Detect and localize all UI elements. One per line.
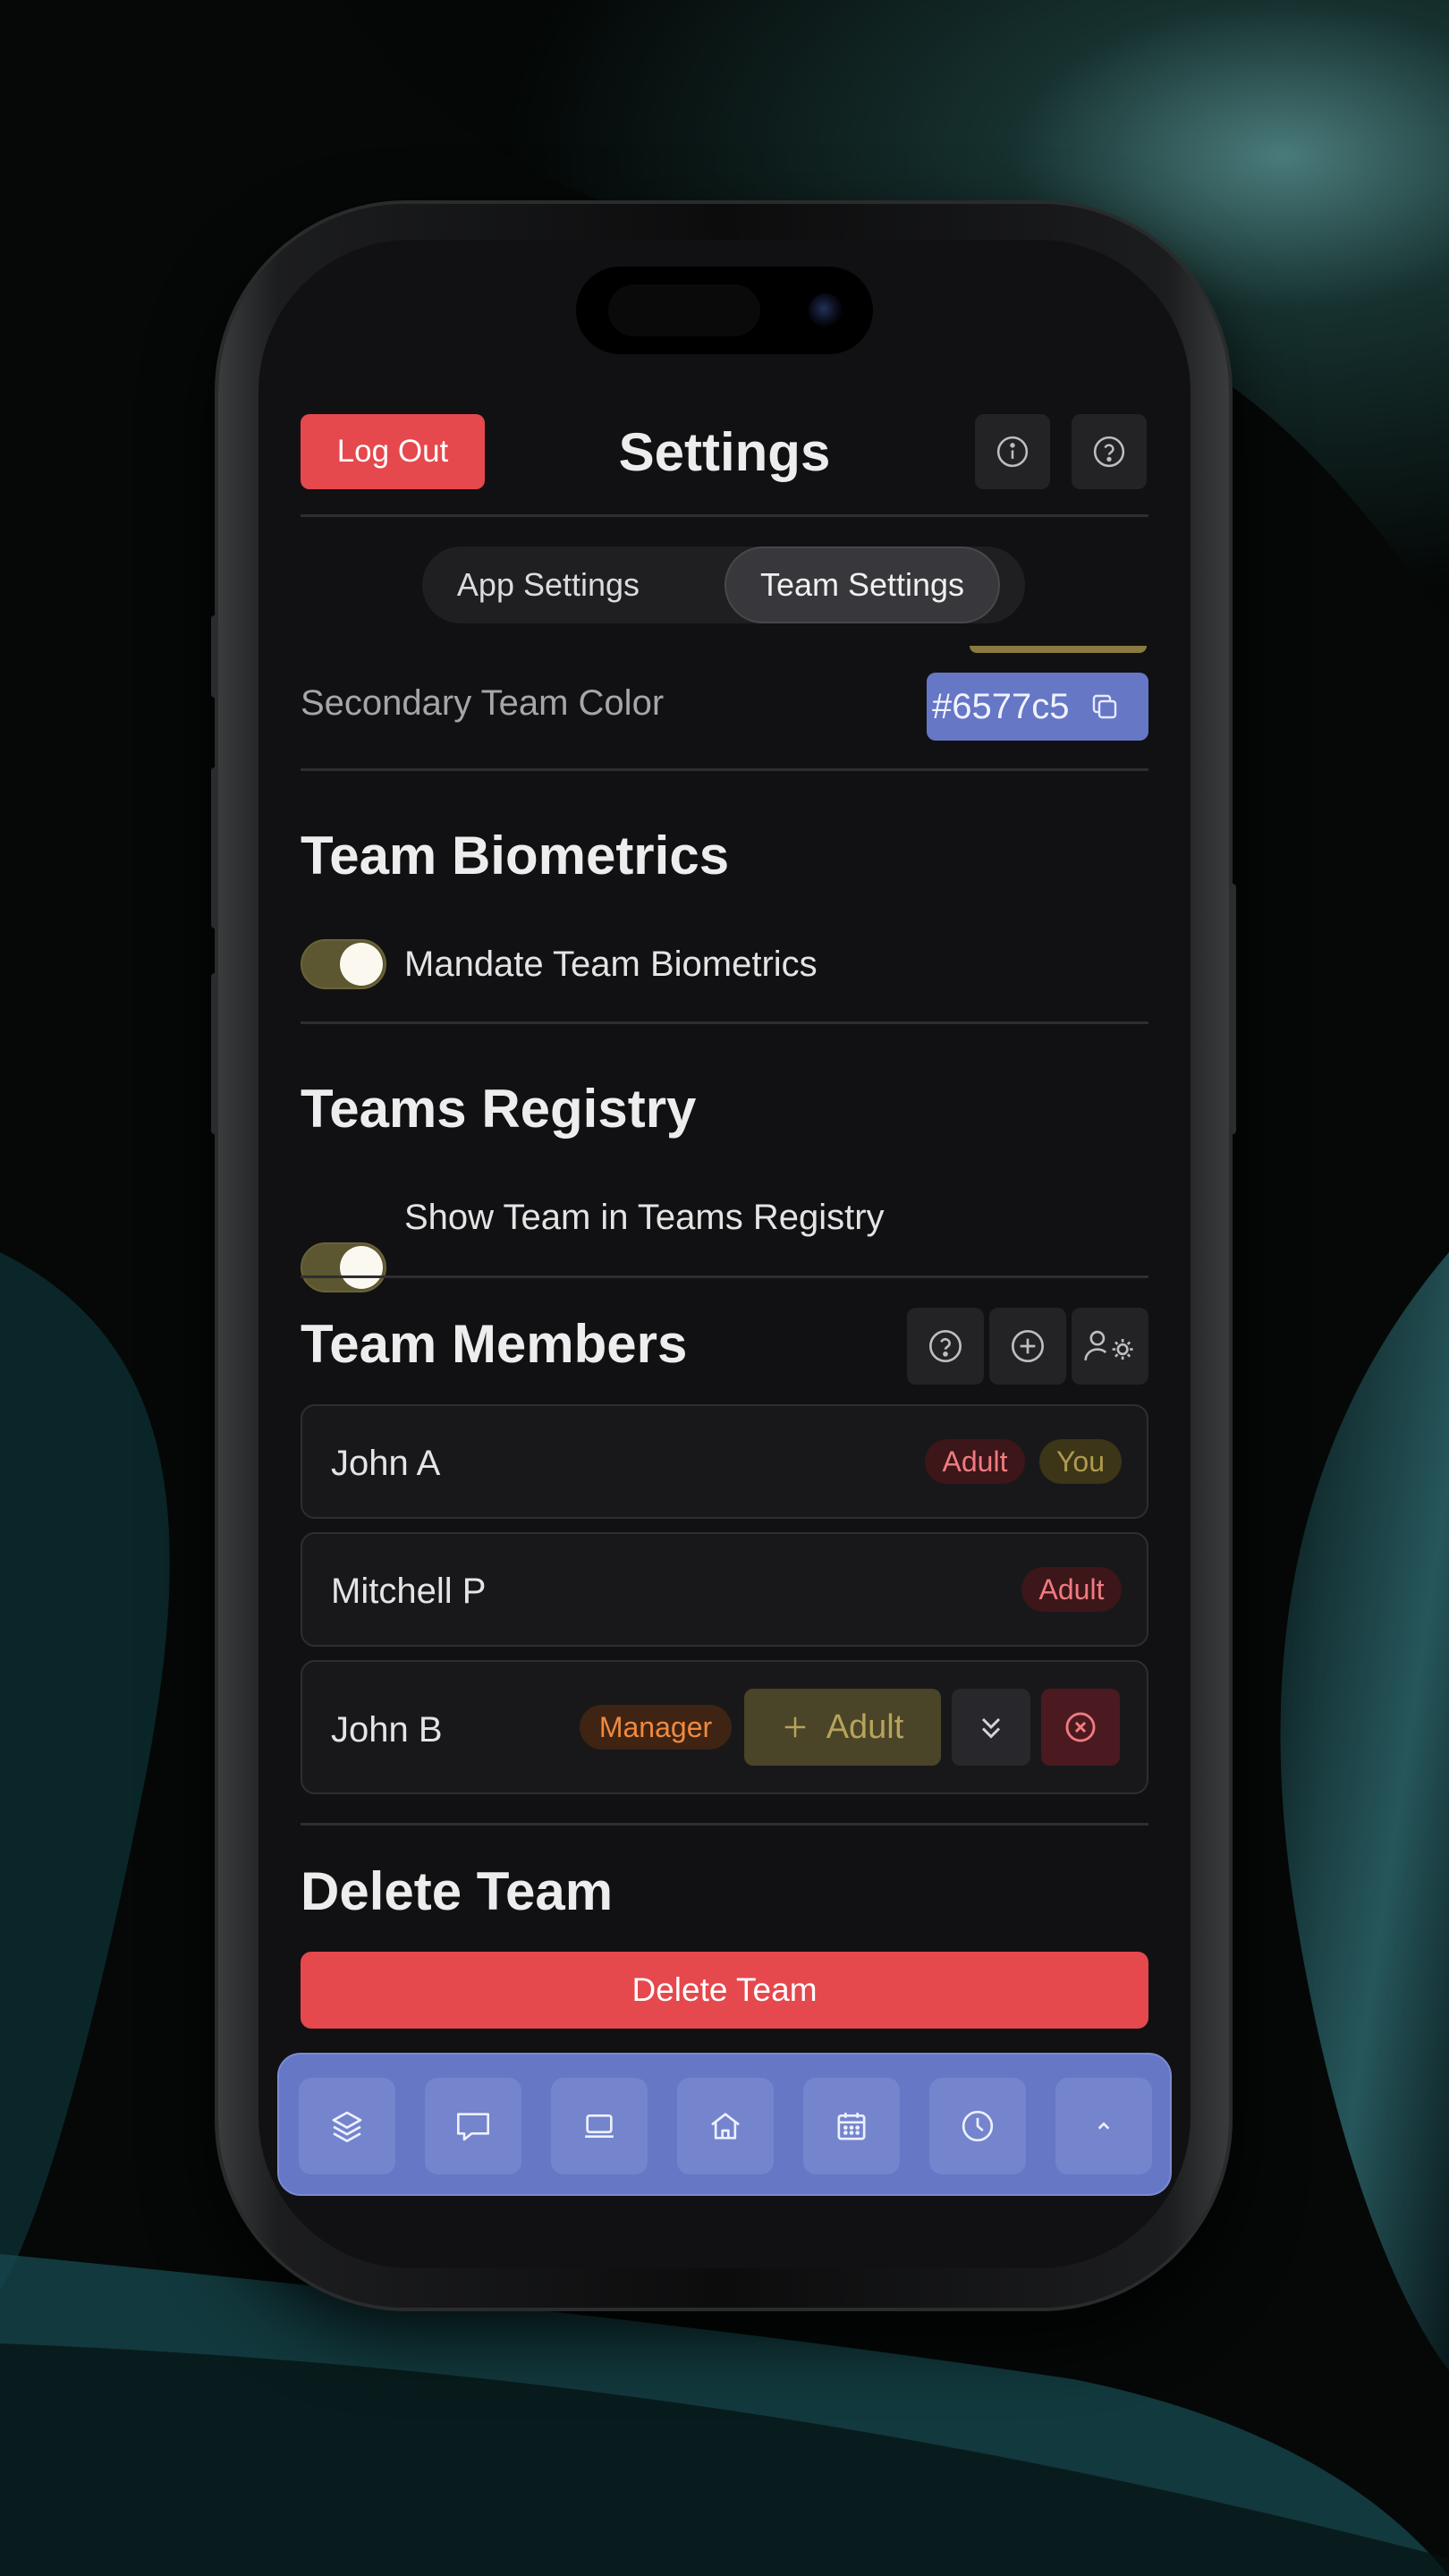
home-icon	[711, 2113, 740, 2140]
manager-badge: Manager	[580, 1705, 732, 1750]
tab-calendar[interactable]	[803, 2078, 900, 2174]
dynamic-island	[576, 267, 873, 354]
adult-badge: Adult	[1021, 1567, 1122, 1612]
tab-expand[interactable]	[1055, 2078, 1152, 2174]
logout-button[interactable]: Log Out	[301, 414, 485, 489]
camera-icon	[809, 293, 843, 327]
member-name: John A	[331, 1444, 441, 1483]
member-row-mitchell-p[interactable]: Mitchell P Adult	[301, 1532, 1148, 1647]
primary-color-chip-edge	[970, 646, 1147, 653]
add-adult-label: Adult	[826, 1707, 904, 1746]
tab-layers[interactable]	[299, 2078, 395, 2174]
members-help-button[interactable]	[907, 1308, 984, 1385]
delete-heading: Delete Team	[301, 1861, 614, 1921]
registry-heading: Teams Registry	[301, 1079, 697, 1139]
laptop-icon	[585, 2114, 614, 2138]
clock-icon	[962, 2110, 994, 2142]
copy-icon[interactable]	[1089, 691, 1121, 723]
bottom-tab-bar	[277, 2053, 1172, 2196]
secondary-color-hex: #6577c5	[932, 686, 1070, 726]
adult-badge: Adult	[925, 1439, 1025, 1484]
tab-home[interactable]	[677, 2078, 774, 2174]
info-button[interactable]	[975, 414, 1050, 489]
registry-toggle[interactable]	[301, 1242, 386, 1292]
member-settings-button[interactable]	[1072, 1308, 1148, 1385]
member-name: Mitchell P	[331, 1572, 487, 1611]
biometrics-toggle[interactable]	[301, 939, 386, 989]
users-gear-icon	[1084, 1330, 1133, 1361]
chevron-up-icon	[1097, 2122, 1110, 2130]
delete-team-button[interactable]: Delete Team	[301, 1952, 1148, 2029]
calendar-icon	[837, 2113, 866, 2140]
help-icon	[1093, 436, 1125, 468]
tab-chat[interactable]	[425, 2078, 521, 2174]
biometrics-heading: Team Biometrics	[301, 826, 730, 886]
remove-member-button[interactable]	[1041, 1689, 1120, 1766]
secondary-color-label: Secondary Team Color	[301, 683, 665, 723]
demote-button[interactable]	[952, 1689, 1030, 1766]
add-adult-role-button[interactable]: Adult	[744, 1689, 941, 1766]
settings-segmented-control: App Settings Team Settings	[422, 547, 1025, 623]
divider-2	[301, 1021, 1148, 1024]
member-name: John B	[331, 1710, 443, 1750]
divider-1	[301, 768, 1148, 771]
chat-icon	[456, 2113, 489, 2141]
info-icon	[996, 436, 1029, 468]
add-member-button[interactable]	[989, 1308, 1066, 1385]
chevrons-down-icon	[981, 1717, 1001, 1739]
tab-devices[interactable]	[551, 2078, 648, 2174]
x-circle-icon	[1065, 1712, 1096, 1742]
registry-toggle-label: Show Team in Teams Registry	[404, 1198, 885, 1237]
you-badge: You	[1039, 1439, 1122, 1484]
page-title: Settings	[618, 421, 831, 482]
tab-team-settings[interactable]: Team Settings	[724, 547, 1000, 623]
biometrics-toggle-label: Mandate Team Biometrics	[404, 945, 818, 984]
member-row-john-a[interactable]: John A Adult You	[301, 1404, 1148, 1519]
plus-circle-icon	[1012, 1330, 1044, 1362]
divider-4	[301, 1823, 1148, 1826]
help-icon	[929, 1330, 962, 1362]
help-button[interactable]	[1072, 414, 1147, 489]
header-divider	[301, 514, 1148, 517]
plus-icon	[784, 1716, 805, 1738]
layers-icon	[332, 2111, 362, 2142]
tab-app-settings[interactable]: App Settings	[442, 547, 655, 623]
members-heading: Team Members	[301, 1314, 688, 1374]
tab-history[interactable]	[929, 2078, 1026, 2174]
divider-3	[301, 1275, 1148, 1278]
secondary-color-value[interactable]: #6577c5	[927, 673, 1148, 741]
